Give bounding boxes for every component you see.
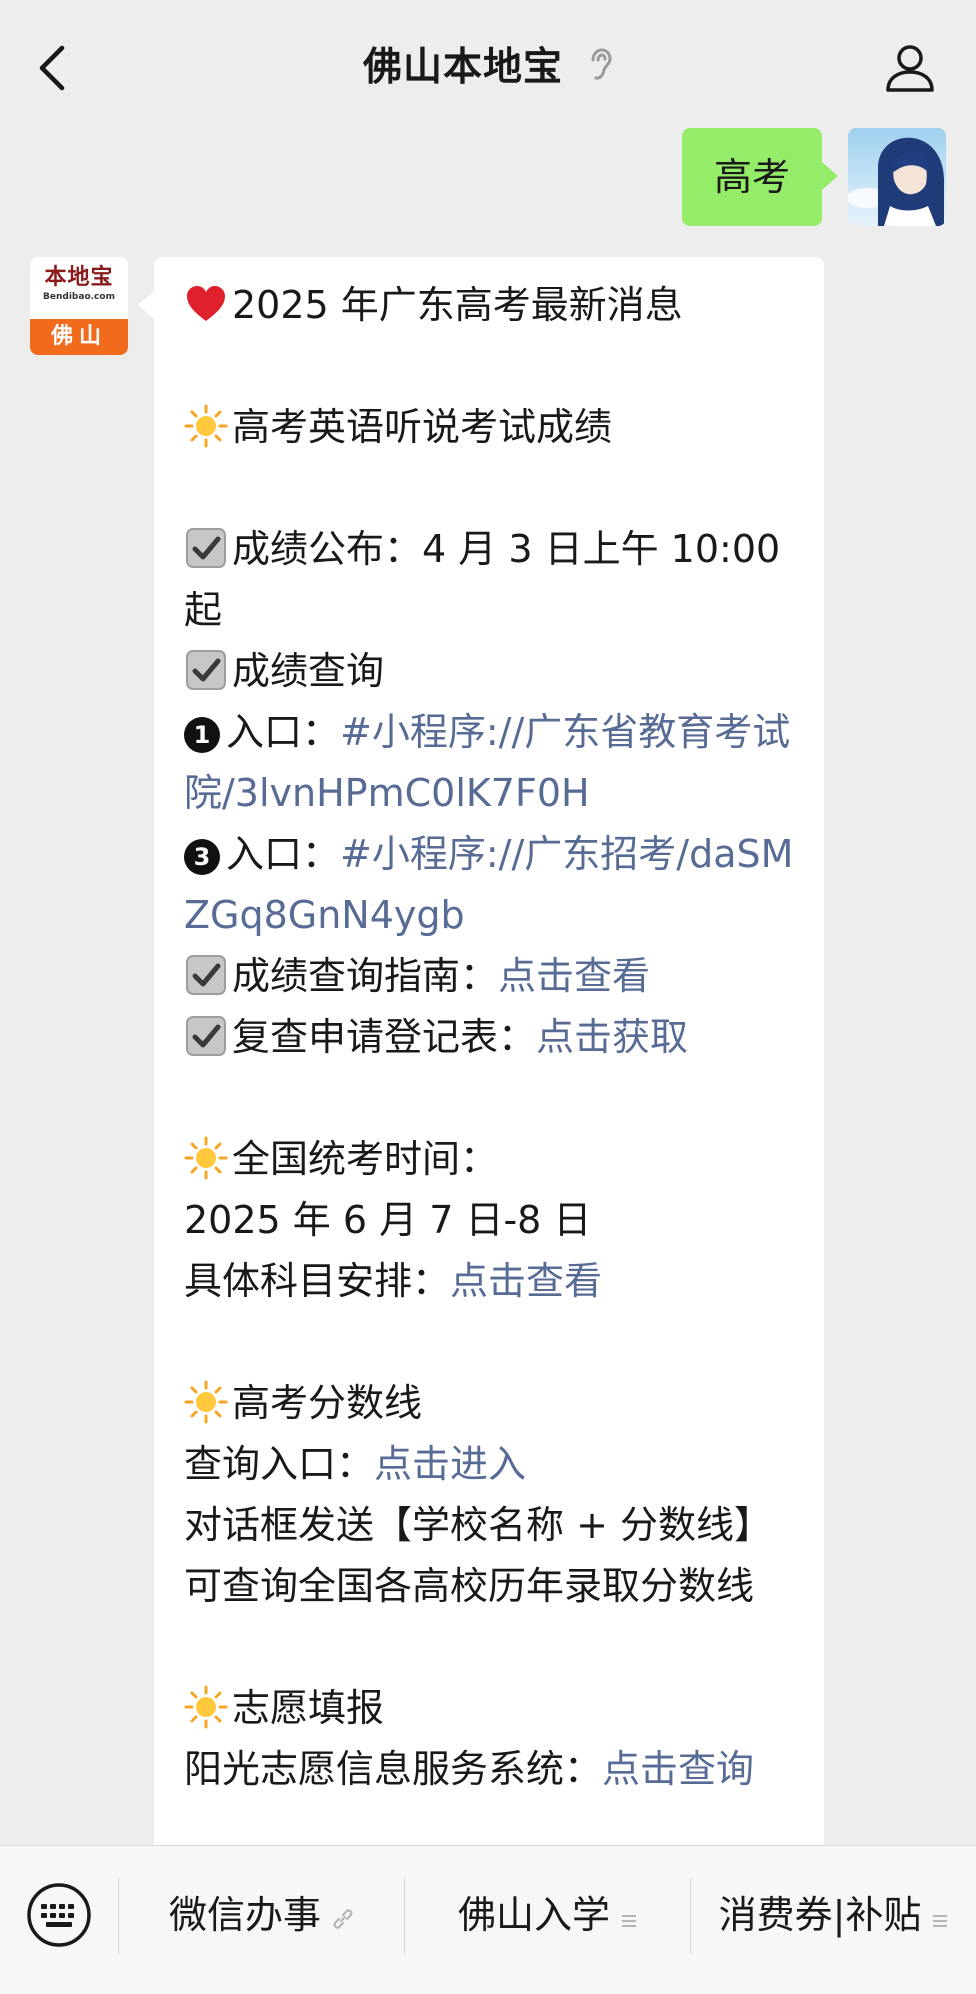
bottom-menu-bar: 微信办事 佛山入学 消费券|补贴: [0, 1845, 976, 1994]
number-three-badge: 3: [184, 839, 220, 875]
section-application-title-line: 志愿填报: [184, 1678, 794, 1739]
release-text: 成绩公布：4 月 3 日上午 10:00 起: [184, 527, 793, 632]
check-box-icon: [186, 1016, 226, 1056]
check-box-icon: [186, 528, 226, 568]
guide-link[interactable]: 点击查看: [498, 954, 650, 998]
section-application-title: 志愿填报: [232, 1686, 385, 1730]
menu-item-foshan-enrollment[interactable]: 佛山入学: [406, 1882, 690, 1948]
application-system-label: 阳光志愿信息服务系统：: [184, 1747, 603, 1791]
chat-title: 佛山本地宝: [0, 40, 976, 98]
review-line: 复查申请登记表：点击获取: [184, 1007, 794, 1068]
profile-button[interactable]: [882, 40, 938, 96]
subject-line: 具体科目安排：点击查看: [184, 1251, 794, 1312]
menu-divider: [404, 1878, 405, 1954]
review-link[interactable]: 点击获取: [536, 1015, 688, 1059]
menu-divider: [690, 1878, 691, 1954]
score-query-link[interactable]: 点击进入: [374, 1442, 526, 1486]
score-tip-2: 可查询全国各高校历年录取分数线: [184, 1564, 755, 1608]
link-icon: [331, 1885, 355, 1951]
subject-link[interactable]: 点击查看: [450, 1259, 602, 1303]
keyboard-icon: [27, 1883, 91, 1947]
subject-label: 具体科目安排：: [184, 1259, 451, 1303]
menu-item-label: 佛山入学: [457, 1893, 610, 1937]
official-account-avatar[interactable]: 本地宝 Bendibao.com 佛山: [30, 257, 128, 355]
section-score-title: 高考分数线: [232, 1381, 423, 1425]
release-line: 成绩公布：4 月 3 日上午 10:00 起: [184, 519, 794, 641]
menu-divider: [118, 1878, 119, 1954]
section-english-title: 高考英语听说考试成绩: [232, 405, 613, 449]
menu-item-label: 消费券|补贴: [718, 1893, 922, 1937]
exam-date: 2025 年 6 月 7 日-8 日: [184, 1198, 592, 1242]
user-message-text: 高考: [713, 155, 790, 199]
section-english-title-line: 高考英语听说考试成绩: [184, 397, 794, 458]
guide-line: 成绩查询指南：点击查看: [184, 946, 794, 1007]
logo-city: 佛山: [30, 319, 128, 355]
score-tip-1: 对话框发送【学校名称 + 分数线】: [184, 1503, 772, 1547]
query-text: 成绩查询: [232, 649, 385, 693]
entry1-label: 入口：: [226, 710, 341, 754]
score-query-line: 查询入口：点击进入: [184, 1434, 794, 1495]
sun-icon: [184, 404, 228, 448]
keyboard-toggle-button[interactable]: [26, 1882, 92, 1948]
section-score-title-line: 高考分数线: [184, 1373, 794, 1434]
chat-title-text: 佛山本地宝: [362, 45, 563, 90]
sun-icon: [184, 1380, 228, 1424]
red-heart-icon: [187, 286, 225, 321]
section-exam-time-title: 全国统考时间：: [232, 1137, 499, 1181]
score-query-label: 查询入口：: [184, 1442, 375, 1486]
chat-header: 佛山本地宝: [0, 0, 976, 130]
query-line: 成绩查询: [184, 641, 794, 702]
logo-text: 本地宝: [44, 265, 114, 290]
bot-message-bubble: 2025 年广东高考最新消息 高考英语听说考试成绩 成绩公布：4 月 3 日上午…: [138, 257, 824, 1857]
menu-lines-icon: [620, 1885, 638, 1951]
message-title-line: 2025 年广东高考最新消息: [184, 275, 794, 336]
number-one-badge: 1: [184, 717, 220, 753]
check-box-icon: [186, 955, 226, 995]
sun-icon: [184, 1136, 228, 1180]
ear-icon: [587, 42, 613, 98]
person-icon: [886, 45, 934, 92]
menu-lines-icon: [931, 1885, 949, 1951]
message-title: 2025 年广东高考最新消息: [232, 283, 683, 327]
sun-icon: [184, 1685, 228, 1729]
entry3-label: 入口：: [226, 832, 341, 876]
user-message-bubble[interactable]: 高考: [681, 128, 839, 226]
guide-label: 成绩查询指南：: [232, 954, 499, 998]
application-system-link[interactable]: 点击查询: [602, 1747, 754, 1791]
menu-item-label: 微信办事: [168, 1893, 321, 1937]
check-box-icon: [186, 650, 226, 690]
entry3-line: 3 入口：#小程序://广东招考/daSMZGq8GnN4ygb: [184, 824, 794, 946]
menu-item-coupons-subsidy[interactable]: 消费券|补贴: [692, 1882, 976, 1948]
logo-subtext: Bendibao.com: [43, 292, 115, 302]
review-label: 复查申请登记表：: [232, 1015, 537, 1059]
menu-item-wechat-services[interactable]: 微信办事: [120, 1882, 404, 1948]
entry1-line: 1 入口：#小程序://广东省教育考试院/3lvnHPmC0lK7F0H: [184, 702, 794, 824]
application-system-line: 阳光志愿信息服务系统：点击查询: [184, 1739, 794, 1800]
user-avatar[interactable]: [848, 128, 946, 226]
section-exam-time-title-line: 全国统考时间：: [184, 1129, 794, 1190]
